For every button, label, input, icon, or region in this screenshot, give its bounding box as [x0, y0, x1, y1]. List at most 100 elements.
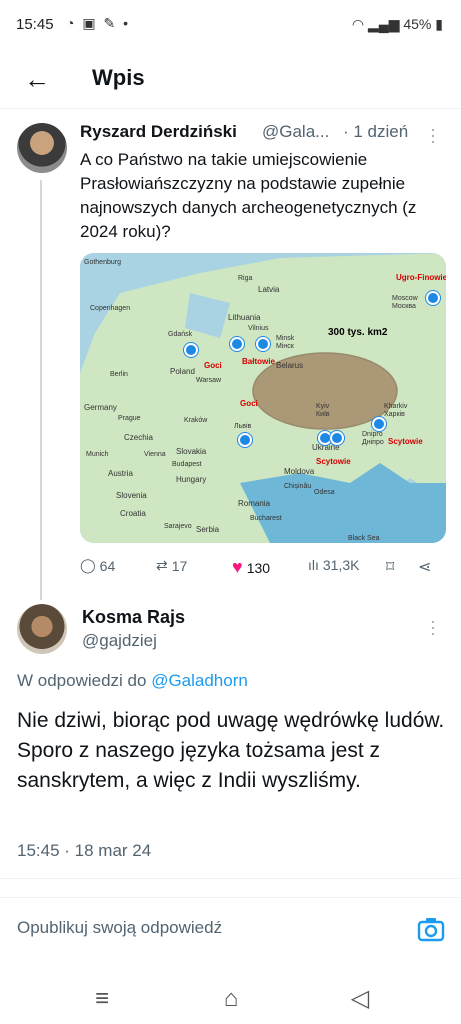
- repost-button[interactable]: ⇄ 17: [156, 557, 187, 574]
- map-pin: [184, 343, 198, 357]
- group-label-scytowie-east: Scytowie: [388, 437, 423, 446]
- divider: [0, 897, 461, 898]
- group-label-goci-south: Goci: [240, 399, 258, 408]
- map-label-moscow: Moscow: [392, 295, 418, 302]
- like-count: 130: [246, 559, 271, 576]
- map-label-slovenia: Slovenia: [116, 491, 147, 500]
- signal-icon: ▂▄▆: [368, 16, 400, 32]
- status-bar: 15:45 ◔ ▣ ✎ • ◠ ▂▄▆ 45% ▮: [0, 0, 461, 52]
- map-label-minsk-cyr: Мінск: [276, 343, 294, 350]
- map-label-kharkiv: Kharkiv: [384, 403, 408, 410]
- map-label-budapest: Budapest: [172, 461, 202, 468]
- divider: [0, 878, 461, 879]
- map-label-gdansk: Gdańsk: [168, 331, 193, 338]
- map-label-austria: Austria: [108, 469, 133, 478]
- repost-icon: ⇄: [156, 557, 168, 573]
- map-label-serbia: Serbia: [196, 525, 220, 534]
- bookmark-icon[interactable]: ⌑: [386, 557, 394, 577]
- map-label-warsaw: Warsaw: [196, 377, 222, 384]
- map-label-krakow: Kraków: [184, 417, 208, 424]
- map-label-sarajevo: Sarajevo: [164, 523, 192, 530]
- reply-compose-input[interactable]: Opublikuj swoją odpowiedź: [17, 918, 222, 938]
- group-label-baltowie: Bałtowie: [242, 357, 275, 366]
- map-label-black-sea: Black Sea: [348, 535, 380, 542]
- views-count: 31,3K: [322, 557, 360, 573]
- group-label-goci-north: Goci: [204, 361, 222, 370]
- tweet-text: A co Państwo na takie umiejscowienie Pra…: [80, 150, 417, 241]
- map-label-copenhagen: Copenhagen: [90, 305, 131, 312]
- map-label-berlin: Berlin: [110, 371, 128, 378]
- reply-button[interactable]: ◯ 64: [80, 557, 115, 574]
- map-label-gothenburg: Gothenburg: [84, 259, 121, 266]
- map-pin: [238, 433, 252, 447]
- author-name[interactable]: Kosma Rajs: [82, 607, 185, 628]
- area-label: 300 tys. km2: [328, 327, 388, 338]
- map-label-slovakia: Slovakia: [176, 447, 207, 456]
- map-pin: [426, 291, 440, 305]
- views-icon: ılı: [308, 557, 319, 573]
- map-label-kharkiv-cyr: Харків: [384, 411, 405, 418]
- notification-icons: ◔ ▣ ✎ •: [66, 15, 130, 31]
- avatar[interactable]: [17, 123, 67, 173]
- tweet-text: Nie dziwi, biorąc pod uwagę wędrówkę lud…: [17, 709, 445, 792]
- page-title: Wpis: [92, 65, 145, 90]
- more-options-icon[interactable]: · · ·: [428, 612, 438, 642]
- map-label-lviv: Львів: [234, 423, 252, 430]
- battery-level: 45%: [403, 16, 432, 32]
- map-label-belarus: Belarus: [276, 361, 304, 370]
- map-pin: [256, 337, 270, 351]
- map-label-hungary: Hungary: [176, 475, 207, 484]
- map-label-bucharest: Bucharest: [250, 515, 282, 522]
- back-nav-icon[interactable]: ◁: [340, 981, 380, 1017]
- map-label-prague: Prague: [118, 415, 141, 422]
- map-pin: [230, 337, 244, 351]
- map-label-poland: Poland: [170, 367, 195, 376]
- tweet-timestamp[interactable]: 15:45 · 18 mar 24: [17, 841, 151, 861]
- heart-icon: ♥: [232, 557, 243, 577]
- recent-apps-icon[interactable]: ≡: [82, 981, 122, 1017]
- map-label-minsk: Minsk: [276, 335, 295, 342]
- views-button[interactable]: ılı 31,3K: [308, 557, 359, 573]
- tweet-image-map[interactable]: Gothenburg Riga Latvia Moscow Москва Cop…: [80, 253, 446, 543]
- map-label-dnipro-cyr: Дніпро: [362, 439, 384, 446]
- reply-icon: ◯: [80, 557, 96, 573]
- map-pin: [372, 417, 386, 431]
- system-navigation-bar: ≡ ⌂ ◁: [0, 975, 461, 1024]
- author-handle[interactable]: @gajdziej: [82, 631, 157, 651]
- battery-icon: ▮: [435, 16, 443, 32]
- share-icon[interactable]: ⋖: [418, 557, 431, 577]
- back-arrow-icon[interactable]: ←: [20, 62, 54, 96]
- map-label-chisinau: Chișinău: [284, 483, 312, 490]
- camera-icon[interactable]: [417, 916, 445, 942]
- more-options-icon[interactable]: · · ·: [428, 120, 438, 150]
- repost-count: 17: [171, 557, 188, 574]
- avatar[interactable]: [17, 604, 67, 654]
- map-label-vienna: Vienna: [144, 451, 166, 458]
- tweet-actions: ◯ 64 ⇄ 17 ♥ 130 ılı 31,3K ⌑ ⋖: [80, 557, 446, 581]
- map-label-germany: Germany: [84, 403, 117, 412]
- reply-context: W odpowiedzi do @Galadhorn: [17, 671, 248, 691]
- home-icon[interactable]: ⌂: [211, 981, 251, 1017]
- author-handle[interactable]: @Gala...: [262, 122, 329, 142]
- like-button[interactable]: ♥ 130: [232, 557, 270, 578]
- map-label-lithuania: Lithuania: [228, 313, 261, 322]
- map-label-moscow-cyr: Москва: [392, 303, 416, 310]
- map-label-riga: Riga: [238, 275, 253, 282]
- map-label-dnipro: Dnipro: [362, 431, 383, 438]
- status-time: 15:45: [16, 16, 54, 33]
- map-label-czechia: Czechia: [124, 433, 153, 442]
- tweet-time[interactable]: · 1 dzień: [343, 122, 408, 142]
- map-label-vilnius: Vilnius: [248, 325, 269, 332]
- map-label-kyiv-cyr: Київ: [316, 411, 330, 418]
- author-name[interactable]: Ryszard Derdziński: [80, 122, 237, 142]
- map-label-latvia: Latvia: [258, 285, 280, 294]
- reply-count: 64: [99, 557, 116, 574]
- map-pin: [330, 431, 344, 445]
- reply-to-link[interactable]: @Galadhorn: [151, 671, 248, 690]
- group-label-ugro-finowie: Ugro-Finowie: [396, 273, 446, 282]
- status-right: ◠ ▂▄▆ 45% ▮: [352, 16, 443, 33]
- group-label-scytowie-west: Scytowie: [316, 457, 351, 466]
- map-label-romania: Romania: [238, 499, 271, 508]
- map-label-munich: Munich: [86, 451, 109, 458]
- map-label-kyiv: Kyiv: [316, 403, 330, 410]
